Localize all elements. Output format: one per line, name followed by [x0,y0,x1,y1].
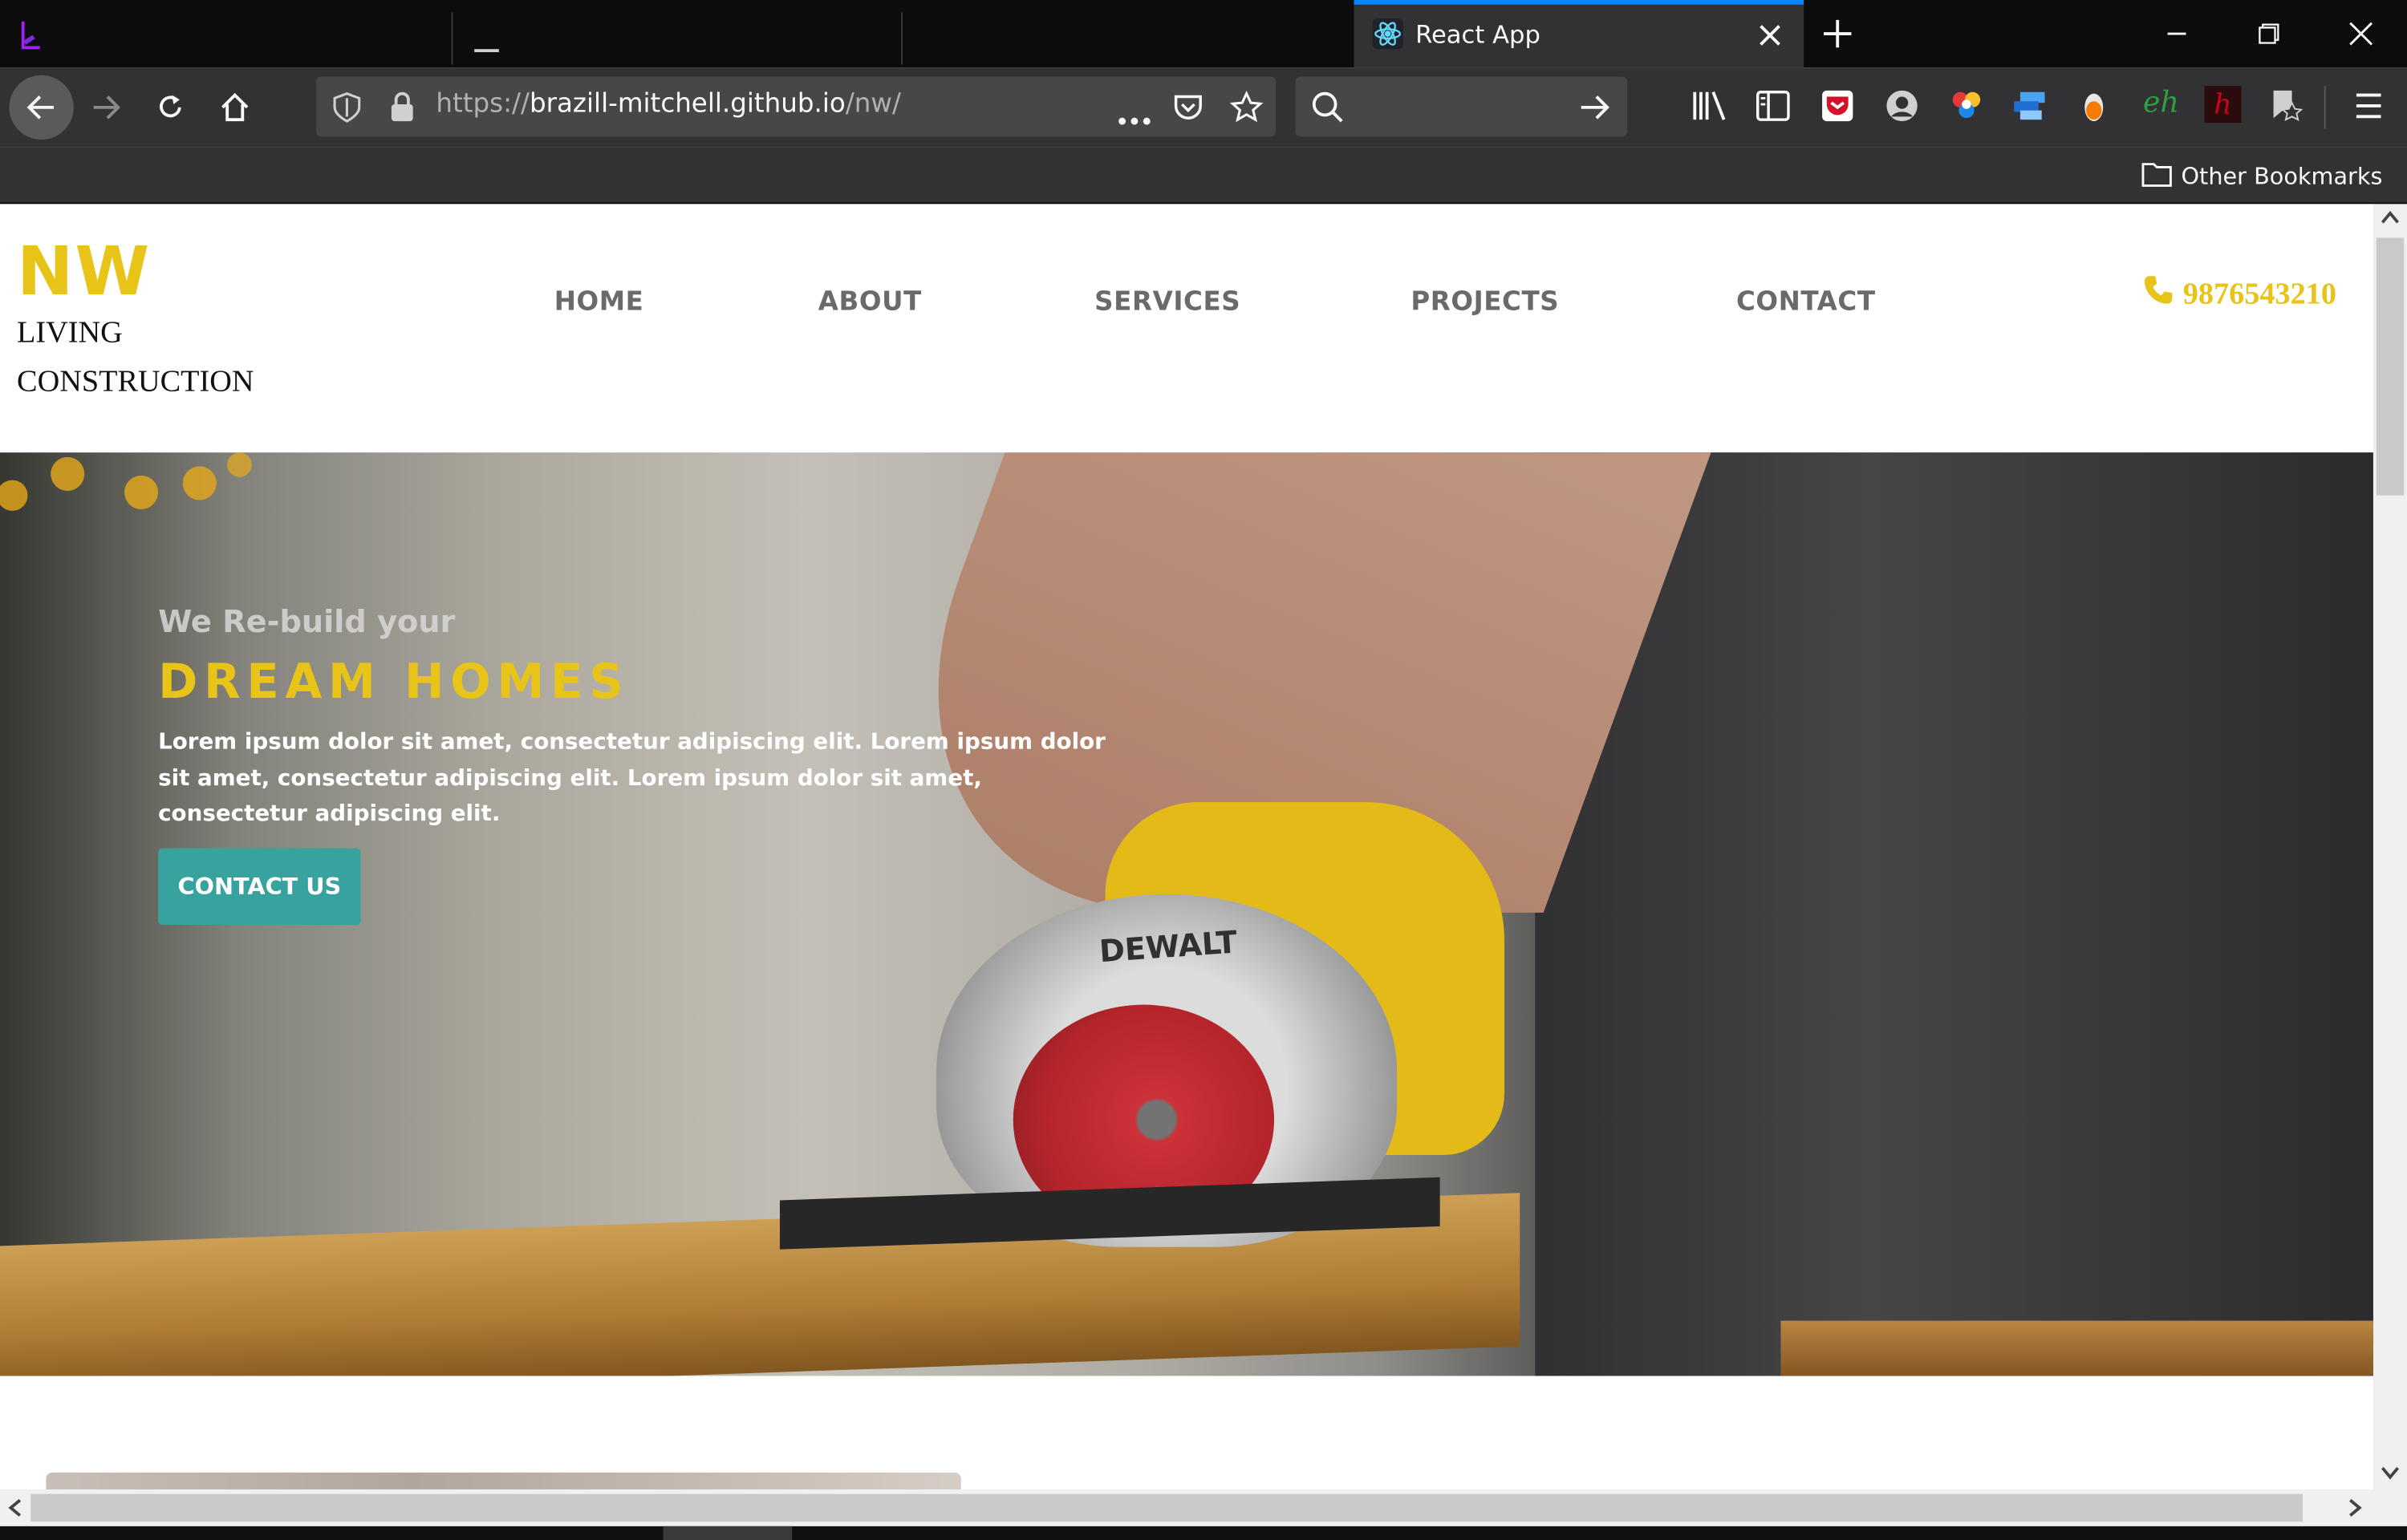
search-go-icon[interactable] [1578,91,1612,131]
phone-link[interactable]: 9876543210 [2143,274,2336,314]
hero-section: DEWALT We Re-build your DREAM HOMES Lore… [0,452,2373,1376]
taskbar-active-item[interactable] [663,1526,793,1540]
reload-button[interactable] [140,77,201,138]
scroll-down-icon[interactable] [2381,1465,2400,1483]
bookmarks-bar: Other Bookmarks [0,147,2407,205]
scroll-up-icon[interactable] [2381,210,2400,229]
extension-icon[interactable] [2011,89,2048,129]
library-icon[interactable] [1691,89,1728,129]
reload-icon [160,95,181,118]
scroll-right-icon[interactable] [2347,1498,2362,1520]
close-icon[interactable] [2315,0,2407,67]
tab-title: React App [1415,19,1540,50]
search-icon [1311,91,1345,131]
vertical-scrollbar[interactable] [2372,204,2407,1489]
react-icon [1371,17,1405,51]
forward-button[interactable] [75,77,137,138]
hero-headline: DREAM HOMES [158,654,630,711]
url-text[interactable]: https://brazill-mitchell.github.io/nw/ [436,89,901,120]
bookmark-manager-icon[interactable] [2269,87,2303,128]
vertical-scroll-thumb[interactable] [2376,237,2405,496]
close-tab-icon[interactable] [1756,22,1784,49]
project-card-image [46,1472,961,1489]
app-logo-icon [15,18,46,52]
hypothesis-icon-letter: h [2214,87,2232,121]
logo-line-living: LIVING [17,315,123,351]
pocket-save-icon[interactable] [1173,92,1204,129]
back-arrow-icon [26,95,54,120]
back-button[interactable] [9,75,74,140]
logo-line-construction: CONSTRUCTION [17,365,254,399]
folder-icon [2141,160,2172,193]
pocket-icon[interactable] [1820,89,1854,129]
phone-icon [2143,274,2174,314]
shield-icon[interactable] [333,92,361,129]
home-icon [221,92,249,122]
url-bar[interactable]: https://brazill-mitchell.github.io/nw/ [316,76,1276,137]
sidebar-icon[interactable] [1756,91,1790,128]
plus-icon[interactable] [1820,17,1854,51]
hypothesis-icon[interactable]: h [2204,86,2242,123]
browser-toolbar: https://brazill-mitchell.github.io/nw/ e… [0,67,2407,148]
browser-tab-bar: React App [0,0,2407,68]
nav-home[interactable]: HOME [554,287,644,318]
contact-us-button[interactable]: CONTACT US [158,848,361,926]
site-logo[interactable]: NW [17,232,151,314]
other-bookmarks-label: Other Bookmarks [2181,162,2383,191]
nav-contact[interactable]: CONTACT [1736,287,1876,318]
page-actions-icon[interactable] [1118,103,1151,132]
minimized-icon [474,49,499,53]
colors-icon[interactable] [1950,89,1983,129]
search-bar[interactable] [1295,76,1628,137]
nav-services[interactable]: SERVICES [1094,287,1240,318]
hero-kicker: We Re-build your [158,602,456,640]
page-viewport: NW LIVING CONSTRUCTION HOME ABOUT SERVIC… [0,204,2373,1489]
nav-about[interactable]: ABOUT [818,287,922,318]
nav-projects[interactable]: PROJECTS [1411,287,1559,318]
browser-tab[interactable] [0,0,452,67]
menu-icon[interactable] [2353,92,2384,126]
bookmark-star-icon[interactable] [1229,91,1264,131]
browser-tab-react-app[interactable]: React App [1354,0,1804,68]
url-scheme: https:// [436,88,530,120]
other-bookmarks[interactable]: Other Bookmarks [2141,160,2383,193]
restore-icon[interactable] [2222,0,2315,67]
url-host: brazill-mitchell.github.io [529,88,846,120]
scroll-left-icon[interactable] [8,1498,23,1520]
hero-body-text: Lorem ipsum dolor sit amet, consectetur … [158,730,1106,827]
orange-dot-icon[interactable] [2081,91,2106,131]
account-icon[interactable] [1885,89,1919,129]
horizontal-scrollbar[interactable] [0,1489,2407,1526]
horizontal-scroll-thumb[interactable] [30,1493,2303,1522]
phone-number: 9876543210 [2182,277,2337,311]
forward-arrow-icon [93,95,121,120]
home-button[interactable] [204,77,266,138]
minimize-icon[interactable] [2131,0,2223,67]
url-path: /nw/ [845,88,901,120]
lock-icon[interactable] [390,91,415,129]
browser-tab[interactable] [453,0,901,67]
eh-icon[interactable]: eh [2143,86,2179,120]
os-taskbar [0,1526,2407,1540]
